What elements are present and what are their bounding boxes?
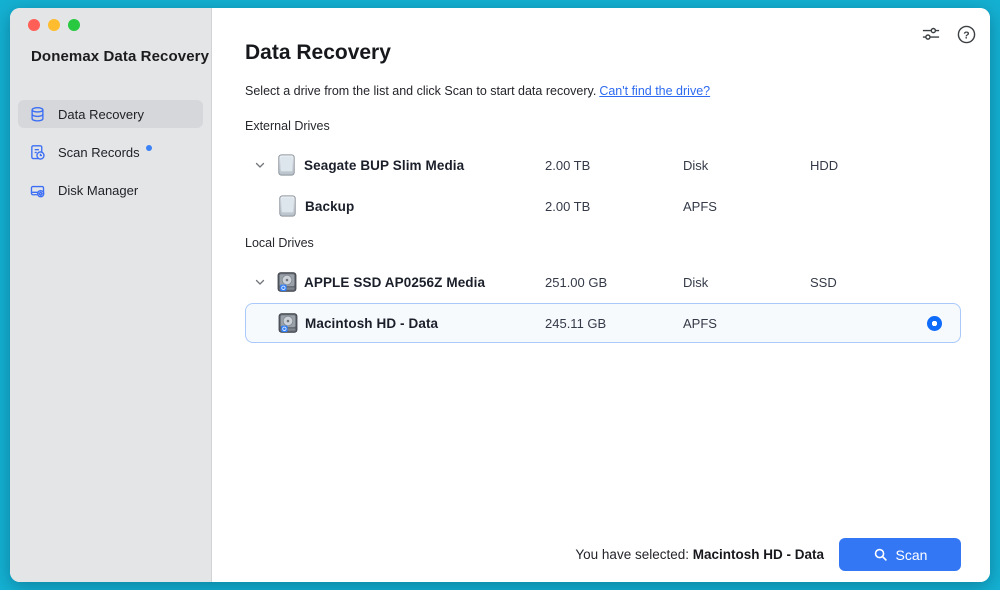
selection-status: You have selected: Macintosh HD - Data xyxy=(575,547,824,562)
internal-drive-icon xyxy=(277,312,298,334)
sidebar-item-label: Scan Records xyxy=(58,145,140,160)
selection-prefix: You have selected: xyxy=(575,547,692,562)
drive-row[interactable]: Seagate BUP Slim Media 2.00 TB Disk HDD xyxy=(245,145,961,185)
footer: You have selected: Macintosh HD - Data S… xyxy=(575,538,961,571)
selected-drive-name: Macintosh HD - Data xyxy=(693,547,824,562)
drive-size: 245.11 GB xyxy=(545,316,606,331)
drive-row[interactable]: APPLE SSD AP0256Z Media 251.00 GB Disk S… xyxy=(245,262,961,302)
section-label: Local Drives xyxy=(245,235,961,251)
drive-type: APFS xyxy=(683,316,717,331)
chevron-down-icon[interactable] xyxy=(253,275,267,289)
sidebar-nav: Data Recovery Scan Records xyxy=(18,100,203,204)
disk-manager-icon xyxy=(28,181,46,199)
fullscreen-window-button[interactable] xyxy=(68,19,80,31)
sidebar-item-scan-records[interactable]: Scan Records xyxy=(18,138,203,166)
sidebar-item-label: Data Recovery xyxy=(58,107,144,122)
settings-sliders-icon[interactable] xyxy=(920,23,942,45)
drive-media: SSD xyxy=(810,275,837,290)
app-title: Donemax Data Recovery xyxy=(31,48,209,65)
main-panel: ? Data Recovery Select a drive from the … xyxy=(212,8,990,582)
scan-button-label: Scan xyxy=(896,547,928,563)
drive-list: External Drives Seagate BUP Slim Media 2… xyxy=(245,118,961,344)
drive-type: Disk xyxy=(683,158,708,173)
drive-name: Seagate BUP Slim Media xyxy=(304,158,464,173)
database-icon xyxy=(28,105,46,123)
chevron-down-icon[interactable] xyxy=(253,158,267,172)
minimize-window-button[interactable] xyxy=(48,19,60,31)
cant-find-drive-link[interactable]: Can't find the drive? xyxy=(599,84,710,98)
sidebar-item-data-recovery[interactable]: Data Recovery xyxy=(18,100,203,128)
drive-size: 251.00 GB xyxy=(545,275,607,290)
drive-section: Local Drives APPLE SSD AP0256Z Media 251… xyxy=(245,235,961,343)
help-icon[interactable]: ? xyxy=(955,23,977,45)
drive-size: 2.00 TB xyxy=(545,158,590,173)
close-window-button[interactable] xyxy=(28,19,40,31)
drive-media: HDD xyxy=(810,158,838,173)
drive-section: External Drives Seagate BUP Slim Media 2… xyxy=(245,118,961,226)
drive-type: Disk xyxy=(683,275,708,290)
drive-size: 2.00 TB xyxy=(545,199,590,214)
page-title: Data Recovery xyxy=(245,41,391,65)
drive-name: Macintosh HD - Data xyxy=(305,316,438,331)
notification-dot xyxy=(146,145,152,151)
radio-selected-icon[interactable] xyxy=(927,316,942,331)
scan-records-icon xyxy=(28,143,46,161)
sidebar-item-label: Disk Manager xyxy=(58,183,138,198)
section-label: External Drives xyxy=(245,118,961,134)
toolbar: ? xyxy=(920,23,977,45)
page-subtitle: Select a drive from the list and click S… xyxy=(245,84,710,98)
drive-name: Backup xyxy=(305,199,354,214)
scan-button[interactable]: Scan xyxy=(839,538,961,571)
sidebar-item-disk-manager[interactable]: Disk Manager xyxy=(18,176,203,204)
svg-text:?: ? xyxy=(963,30,969,41)
search-icon xyxy=(873,547,888,562)
app-window: Donemax Data Recovery Data Recovery xyxy=(10,8,990,582)
external-drive-icon xyxy=(276,154,297,176)
drive-name: APPLE SSD AP0256Z Media xyxy=(304,275,485,290)
subtitle-text: Select a drive from the list and click S… xyxy=(245,84,596,98)
window-controls xyxy=(28,19,80,31)
drive-row[interactable]: Macintosh HD - Data 245.11 GB APFS xyxy=(245,303,961,343)
sidebar: Donemax Data Recovery Data Recovery xyxy=(10,8,212,582)
drive-type: APFS xyxy=(683,199,717,214)
drive-row[interactable]: Backup 2.00 TB APFS xyxy=(245,186,961,226)
external-drive-icon xyxy=(277,195,298,217)
internal-drive-icon xyxy=(276,271,297,293)
